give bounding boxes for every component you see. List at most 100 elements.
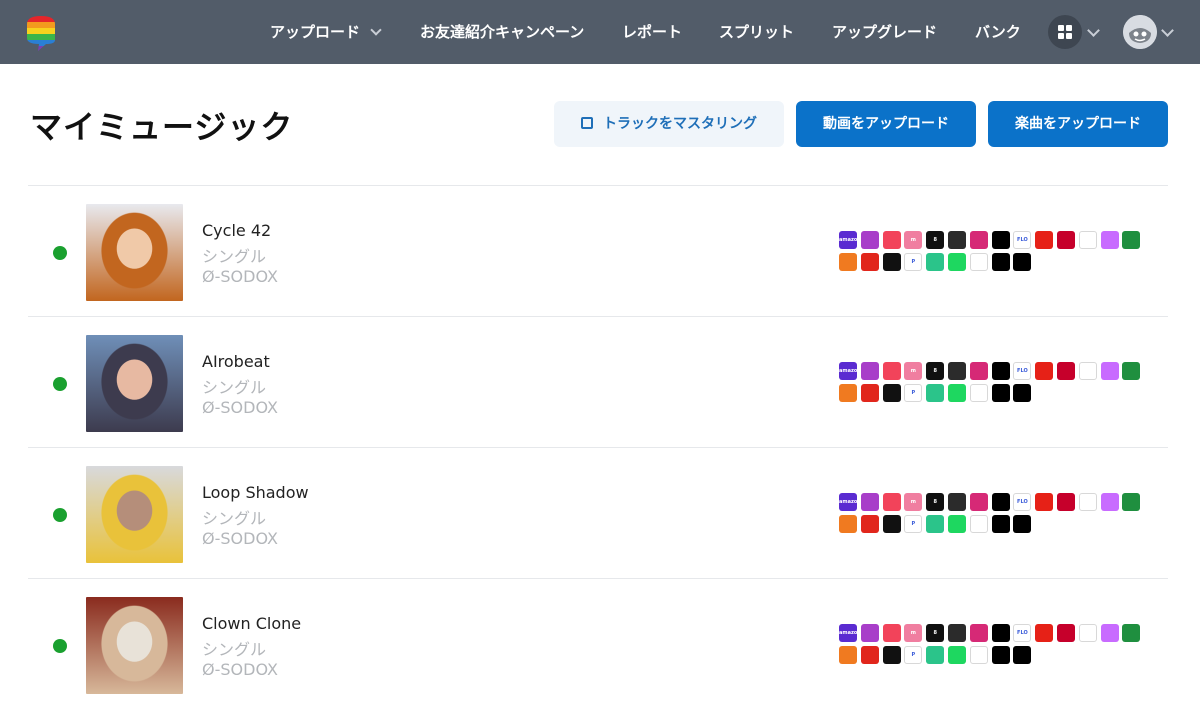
youtube-music-icon [1035,231,1054,249]
joox-icon [991,362,1010,380]
tidal-alt-icon [969,253,988,271]
upload-song-button[interactable]: 楽曲をアップロード [988,101,1168,147]
napster-icon [1122,493,1141,511]
instagram-icon [969,362,988,380]
boomplay-icon [839,253,857,271]
saavn-icon [926,646,945,664]
tiktok-icon [1013,253,1032,271]
qobuz-icon [882,646,901,664]
tidal-icon [991,646,1010,664]
nav-upgrade[interactable]: アップグレード [832,0,937,64]
nav-reports[interactable]: レポート [622,0,682,64]
nav-upgrade-label: アップグレード [832,23,938,41]
boomplay-icon [839,384,857,402]
track-title[interactable]: AIrobeat [202,352,270,371]
deezer-icon [948,362,966,380]
nav-splits[interactable]: スプリット [719,0,794,64]
track-artist: Ø-SODOX [202,398,278,417]
nav-upload-menu[interactable]: アップロード [270,0,382,64]
status-live-icon [53,246,67,260]
nav-referral[interactable]: お友達紹介キャンペーン [420,0,584,64]
upload-video-button[interactable]: 動画をアップロード [796,101,976,147]
anghami-icon [860,493,879,511]
napster-icon [1122,231,1141,249]
flo-icon: FLO [1013,231,1032,249]
amazon-music-icon: amazon music [839,231,857,249]
track-release-type: シングル [202,247,267,266]
flo-icon: FLO [1013,362,1032,380]
track-artist: Ø-SODOX [202,529,278,548]
track-artist: Ø-SODOX [202,660,278,679]
master-track-label: トラックをマスタリング [603,116,757,132]
pandora-icon: P [904,253,923,271]
iheartradio-icon [1057,362,1075,380]
itunes-icon [1100,493,1119,511]
netease-icon [860,384,879,402]
youtube-music-icon [1035,624,1054,642]
track-cover-image[interactable] [86,466,183,563]
audiomack-icon: m [904,231,923,249]
tidal-alt-icon [969,646,988,664]
boomplay-icon [839,646,857,664]
kkbox-icon [1078,493,1097,511]
qobuz-icon [882,253,901,271]
status-live-icon [53,639,67,653]
status-live-icon [53,508,67,522]
deezer-icon [948,493,966,511]
spotify-icon [948,646,966,664]
chevron-down-icon[interactable] [1087,24,1100,37]
audiomack-icon: m [904,624,923,642]
track-title[interactable]: Clown Clone [202,614,301,633]
amazon-music-icon: amazon music [839,493,857,511]
master-track-button[interactable]: トラックをマスタリング [554,101,784,147]
spotify-icon [948,384,966,402]
anghami-icon [860,362,879,380]
saavn-icon [926,253,945,271]
track-title[interactable]: Cycle 42 [202,221,271,240]
apple-music-icon [882,231,901,249]
track-title[interactable]: Loop Shadow [202,483,309,502]
chevron-down-icon[interactable] [1161,24,1174,37]
joox-icon [991,493,1010,511]
joox-icon [991,624,1010,642]
nav-splits-label: スプリット [719,23,795,41]
instagram-icon [969,493,988,511]
track-cover-image[interactable] [86,204,183,301]
nav-upload-label: アップロード [270,23,361,41]
iheartradio-icon [1057,624,1075,642]
itunes-icon [1100,624,1119,642]
app-logo-icon[interactable] [24,14,58,52]
napster-icon [1122,624,1141,642]
beatport-icon: 8 [926,493,945,511]
track-row[interactable]: AIrobeat シングル Ø-SODOX amazon music m8 FLO P [28,317,1168,448]
apps-grid-button[interactable] [1048,15,1082,49]
status-live-icon [53,377,67,391]
audiomack-icon: m [904,493,923,511]
joox-icon [991,231,1010,249]
track-cover-image[interactable] [86,597,183,694]
chevron-down-icon [370,24,382,36]
track-row[interactable]: Cycle 42 シングル Ø-SODOX amazon music m8 FLO P [28,186,1168,317]
tiktok-icon [1013,384,1032,402]
netease-icon [860,515,879,533]
amazon-music-icon: amazon music [839,362,857,380]
spotify-icon [948,515,966,533]
deezer-icon [948,624,966,642]
qobuz-icon [882,384,901,402]
kkbox-icon [1078,231,1097,249]
beatport-icon: 8 [926,624,945,642]
anghami-icon [860,231,879,249]
track-row[interactable]: Clown Clone シングル Ø-SODOX amazon music m8 F… [28,579,1168,708]
track-row[interactable]: Loop Shadow シングル Ø-SODOX amazon music m8 F… [28,448,1168,579]
itunes-icon [1100,362,1119,380]
youtube-music-icon [1035,362,1054,380]
tiktok-icon [1013,515,1032,533]
apple-music-icon [882,362,901,380]
mastering-icon [581,117,593,129]
track-cover-image[interactable] [86,335,183,432]
user-avatar[interactable] [1123,15,1157,49]
apple-music-icon [882,624,901,642]
track-artist: Ø-SODOX [202,267,278,286]
nav-bank[interactable]: バンク [975,0,1021,64]
boomplay-icon [839,515,857,533]
